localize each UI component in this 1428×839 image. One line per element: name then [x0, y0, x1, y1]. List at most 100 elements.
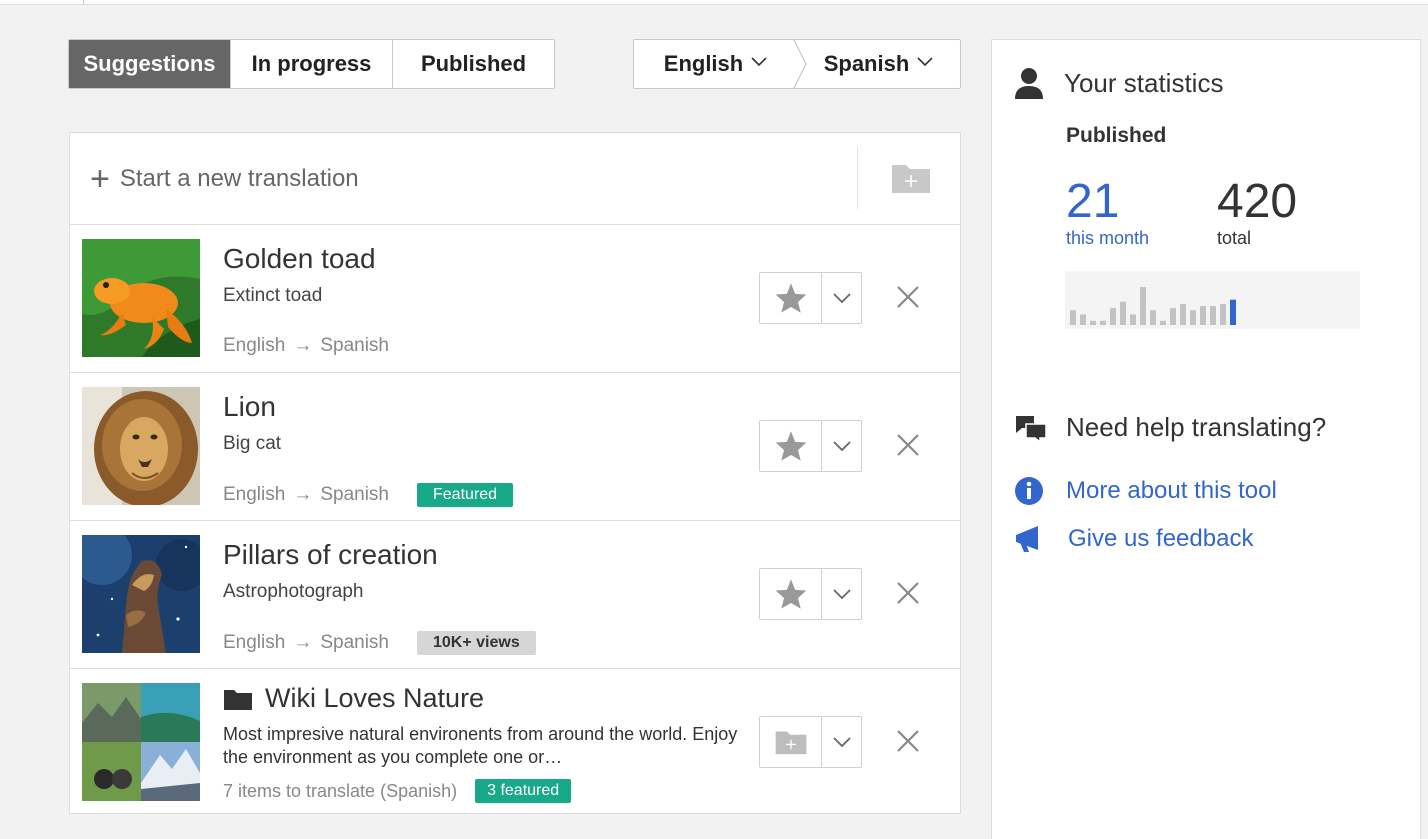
sparkline-bar — [1120, 301, 1126, 325]
sparkline-bar — [1070, 310, 1076, 325]
month-count: 21 — [1066, 175, 1120, 228]
help-header: Need help translating? — [1014, 412, 1326, 443]
collection-actions — [759, 716, 862, 768]
close-icon[interactable] — [892, 281, 924, 313]
top-bar — [0, 0, 1428, 5]
sparkline-bar — [1210, 306, 1216, 325]
help-panel: Need help translating? More about this t… — [991, 384, 1421, 839]
views-badge: 10K+ views — [417, 631, 536, 655]
source-language-text: English — [223, 484, 286, 505]
collection-title-text: Wiki Loves Nature — [265, 683, 485, 713]
tab-in-progress[interactable]: In progress — [231, 40, 393, 88]
collection-item-count: 7 items to translate (Spanish) — [223, 780, 458, 801]
favorite-button[interactable] — [760, 421, 822, 471]
source-language-dropdown[interactable]: English — [634, 40, 797, 88]
favorite-button[interactable] — [760, 569, 822, 619]
arrow-right-icon: → — [293, 632, 313, 653]
pillars-of-creation-thumbnail — [82, 535, 200, 653]
megaphone-icon — [1016, 526, 1038, 552]
item-language-pair: English → Spanish 10K+ views — [223, 631, 536, 655]
sparkline-bar — [1160, 320, 1166, 325]
close-icon[interactable] — [892, 577, 924, 609]
new-translation-label: Start a new translation — [119, 164, 359, 192]
language-selector: English Spanish — [633, 39, 961, 89]
top-bar-divider — [83, 0, 84, 5]
close-icon[interactable] — [892, 429, 924, 461]
month-label: this month — [1066, 228, 1150, 248]
star-icon — [775, 579, 806, 609]
item-title[interactable]: Lion — [223, 391, 276, 423]
chevron-down-icon — [832, 293, 851, 304]
published-label: Published — [1066, 124, 1167, 147]
user-icon — [1015, 68, 1043, 99]
add-collection-button[interactable] — [760, 717, 822, 767]
collection-description: Most impresive natural environents from … — [223, 724, 738, 767]
tab-suggestions[interactable]: Suggestions — [69, 40, 231, 88]
give-feedback-link[interactable]: Give us feedback — [1014, 524, 1253, 554]
item-language-pair: English → Spanish Featured — [223, 483, 514, 507]
sparkline-bar — [1130, 314, 1136, 325]
sparkline-bar — [1140, 287, 1146, 325]
more-about-tool-label: More about this tool — [1066, 477, 1277, 504]
total-label: total — [1217, 228, 1252, 248]
collection-title[interactable]: Wiki Loves Nature — [223, 683, 484, 714]
list-item[interactable]: Pillars of creation Astrophotograph Engl… — [70, 521, 960, 669]
chevron-down-icon — [832, 441, 851, 452]
close-icon[interactable] — [892, 725, 924, 757]
target-language-text: Spanish — [320, 335, 389, 356]
chevron-down-icon — [917, 57, 933, 67]
collection-item[interactable]: Wiki Loves Nature Most impresive natural… — [70, 669, 960, 816]
sparkline-bar — [1180, 303, 1186, 325]
sparkline-bar — [1190, 310, 1196, 325]
list-item[interactable]: Golden toad Extinct toad English → Spani… — [70, 225, 960, 373]
item-actions — [759, 420, 862, 472]
item-title[interactable]: Golden toad — [223, 243, 376, 275]
arrow-right-icon: → — [293, 484, 313, 505]
chevron-down-icon — [751, 57, 767, 67]
tab-published[interactable]: Published — [393, 40, 554, 88]
plus-icon: + — [90, 159, 110, 198]
chevron-down-icon — [832, 589, 851, 600]
source-language-label: English — [663, 51, 744, 76]
statistics-title: Your statistics — [1064, 67, 1224, 98]
give-feedback-label: Give us feedback — [1068, 525, 1254, 552]
item-description: Extinct toad — [223, 285, 323, 306]
featured-count-badge: 3 featured — [475, 779, 572, 803]
sparkline-bar — [1230, 299, 1236, 325]
folder-icon — [224, 689, 252, 710]
featured-badge: Featured — [417, 483, 514, 507]
target-language-text: Spanish — [320, 632, 389, 653]
item-options-dropdown[interactable] — [822, 273, 861, 323]
collection-thumbnail — [82, 683, 200, 801]
arrow-right-icon: → — [293, 335, 313, 356]
item-description: Astrophotograph — [223, 581, 364, 602]
favorite-button[interactable] — [760, 273, 822, 323]
more-about-tool-link[interactable]: More about this tool — [1014, 476, 1277, 506]
item-options-dropdown[interactable] — [822, 569, 861, 619]
sparkline-bar — [1220, 303, 1226, 325]
chat-bubbles-icon — [1016, 415, 1047, 442]
item-actions — [759, 568, 862, 620]
source-language-text: English — [223, 335, 286, 356]
item-language-pair: English → Spanish — [223, 335, 389, 357]
status-tabs: Suggestions In progress Published — [68, 39, 555, 89]
item-options-dropdown[interactable] — [822, 421, 861, 471]
sparkline-bar — [1090, 320, 1096, 325]
golden-toad-thumbnail — [82, 239, 200, 357]
statistics-panel: Your statistics Published 21 this month … — [991, 39, 1421, 385]
item-title[interactable]: Pillars of creation — [223, 539, 438, 571]
source-language-text: English — [223, 632, 286, 653]
collection-options-dropdown[interactable] — [822, 717, 861, 767]
new-translation-row[interactable]: + Start a new translation — [70, 133, 960, 225]
help-title: Need help translating? — [1066, 412, 1327, 442]
info-icon — [1015, 477, 1043, 505]
statistics-header: Your statistics — [1012, 66, 1223, 100]
total-count: 420 — [1217, 175, 1298, 228]
sparkline-bar — [1150, 310, 1156, 325]
suggestions-list: + Start a new translation Golden toad Ex… — [69, 132, 961, 814]
add-folder-icon[interactable] — [890, 161, 932, 195]
list-item[interactable]: Lion Big cat English → Spanish Featured — [70, 373, 960, 521]
target-language-text: Spanish — [320, 484, 389, 505]
target-language-dropdown[interactable]: Spanish — [797, 40, 960, 88]
divider — [857, 147, 858, 209]
